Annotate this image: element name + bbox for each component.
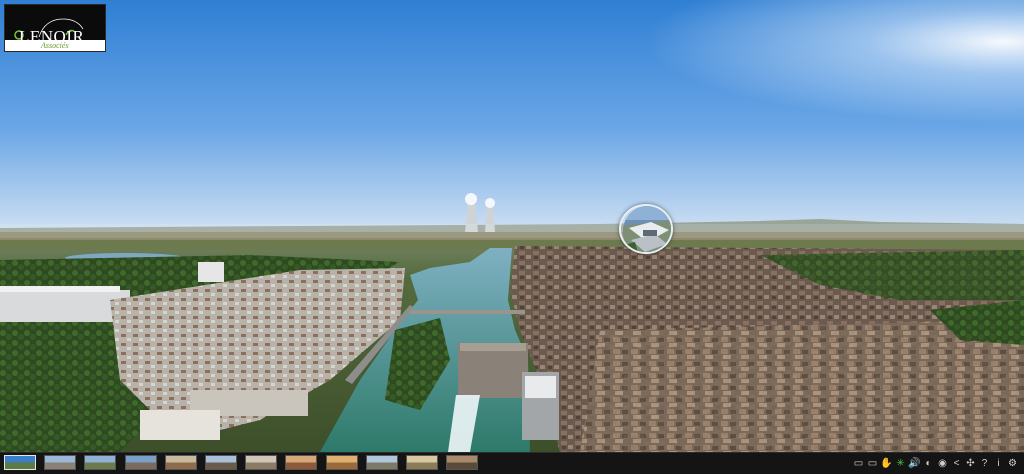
viewer-controls: ▭ ▭ ✋ ✳ 🔊 ◐ ◉ < ✣? i ⚙ bbox=[853, 456, 1018, 472]
settings-gear-icon[interactable]: ⚙ bbox=[1007, 457, 1018, 471]
share-icon[interactable]: < bbox=[951, 457, 962, 471]
help-icon[interactable]: ? bbox=[979, 457, 990, 471]
thumb-3[interactable] bbox=[84, 455, 117, 470]
thumb-2[interactable] bbox=[44, 455, 77, 470]
zoom-in-icon[interactable]: ▭ bbox=[867, 457, 878, 471]
thumb-1[interactable] bbox=[4, 455, 36, 470]
info-icon[interactable]: i bbox=[993, 457, 1004, 471]
panorama-viewer[interactable]: LENOIR Associés bbox=[0, 0, 1024, 452]
fullscreen-icon[interactable]: ✣ bbox=[965, 457, 976, 471]
aerial-view-hotspot[interactable] bbox=[619, 204, 673, 254]
autorotate-icon[interactable]: ✳ bbox=[895, 457, 906, 471]
thumb-6[interactable] bbox=[205, 455, 237, 470]
thumb-9[interactable] bbox=[325, 455, 358, 470]
logo-signature: Associés bbox=[41, 41, 69, 50]
thumb-10[interactable] bbox=[365, 455, 398, 470]
thumb-4[interactable] bbox=[124, 455, 157, 470]
thumb-7[interactable] bbox=[245, 455, 278, 470]
brand-logo[interactable]: LENOIR Associés bbox=[4, 4, 106, 52]
thumb-8[interactable] bbox=[285, 455, 318, 470]
vr-globe-icon[interactable]: ◉ bbox=[937, 457, 948, 471]
bottom-toolbar: ▭ ▭ ✋ ✳ 🔊 ◐ ◉ < ✣? i ⚙ bbox=[0, 452, 1024, 474]
thumb-5[interactable] bbox=[164, 455, 197, 470]
zoom-out-icon[interactable]: ▭ bbox=[853, 457, 864, 471]
thumb-12[interactable] bbox=[446, 455, 479, 470]
grab-hand-icon[interactable]: ✋ bbox=[880, 457, 892, 471]
logo-ribbon: Associés bbox=[5, 40, 105, 51]
panorama-image[interactable] bbox=[0, 0, 1024, 452]
gyroscope-icon[interactable]: ◐ bbox=[923, 457, 934, 471]
thumb-11[interactable] bbox=[406, 455, 438, 470]
sound-icon[interactable]: 🔊 bbox=[908, 457, 920, 471]
